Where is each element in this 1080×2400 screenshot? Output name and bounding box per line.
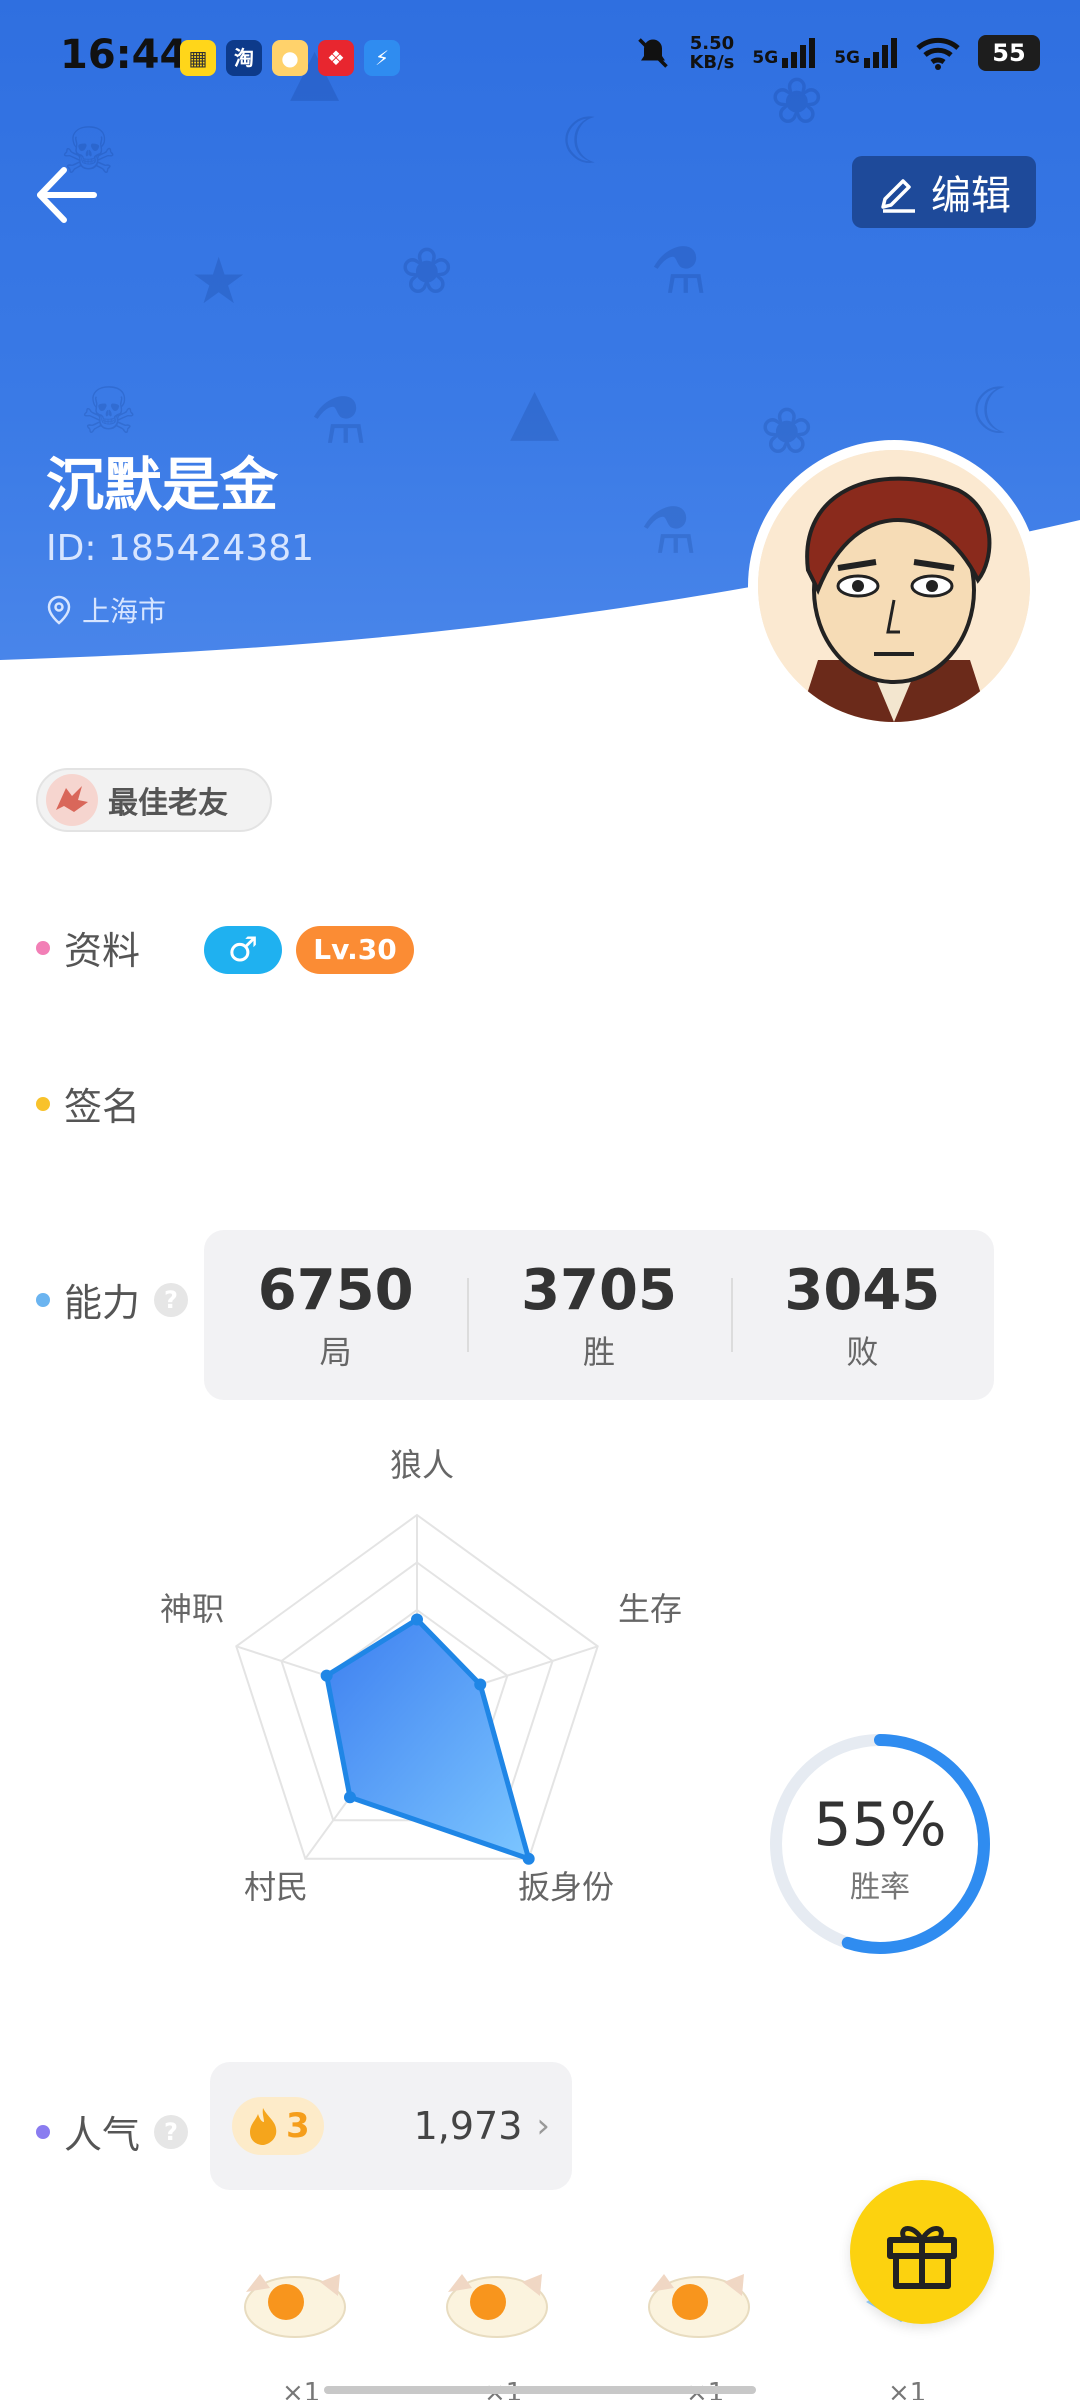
radar-label-survival: 生存	[618, 1590, 683, 1628]
radar-point	[320, 1669, 333, 1682]
radar-area	[324, 1617, 532, 1862]
status-bar: 16:44 ▦ 淘 ● ❖ ⚡ 5.50 KB/s 5G 5G 55	[0, 0, 1080, 110]
profile-label: 资料	[64, 929, 141, 973]
popularity-help-icon[interactable]: ?	[154, 2114, 189, 2149]
section-dot	[36, 1096, 50, 1111]
gift-count: ×1	[282, 2378, 321, 2400]
edit-label: 编辑	[931, 173, 1011, 219]
level-badge: Lv.30	[296, 926, 414, 974]
radar-label-villager: 村民	[244, 1868, 309, 1906]
radar-point	[343, 1791, 356, 1804]
stats-box: 6750 局 3705 胜 3045 败	[204, 1230, 994, 1400]
gift-icon	[887, 2226, 957, 2289]
user-id: ID: 185424381	[46, 528, 315, 569]
fire-count: 3	[286, 2106, 310, 2146]
battery-indicator: 55	[978, 35, 1040, 71]
stat-games: 6750 局	[204, 1230, 467, 1400]
network-type-1: 5G	[752, 48, 779, 68]
avatar[interactable]	[748, 440, 1040, 732]
section-dot	[36, 940, 50, 955]
radar-label-werewolf: 狼人	[390, 1446, 455, 1484]
location-text: 上海市	[82, 595, 167, 628]
signature-label: 签名	[64, 1085, 141, 1129]
status-time: 16:44	[60, 32, 188, 78]
signal-1: 5G	[752, 38, 816, 68]
popularity-section-label: 人气 ?	[36, 2104, 189, 2159]
signal-bars-icon	[782, 38, 816, 68]
speed-unit: KB/s	[689, 52, 735, 73]
ability-help-icon[interactable]: ?	[154, 1282, 189, 1317]
radar-svg	[235, 1513, 599, 1865]
back-arrow-icon	[37, 167, 97, 223]
status-indicators: 5.50 KB/s 5G 5G 55	[635, 34, 1040, 72]
network-speed: 5.50 KB/s	[689, 34, 734, 72]
bell-muted-icon	[638, 38, 669, 68]
egg-icon[interactable]	[644, 2252, 754, 2342]
stat-label: 败	[846, 1332, 879, 1371]
winrate-label: 胜率	[850, 1870, 910, 1905]
nickname: 沉默是金	[46, 451, 279, 519]
profile-section-label: 资料	[36, 920, 140, 975]
ability-label: 能力	[64, 1281, 141, 1325]
back-button[interactable]	[34, 160, 104, 230]
best-friend-badge[interactable]: 最佳老友	[36, 768, 272, 832]
section-dot	[36, 1292, 50, 1307]
edit-button[interactable]: 编辑	[852, 156, 1036, 228]
radar-label-god: 神职	[160, 1590, 225, 1628]
wolf-icon	[46, 774, 98, 826]
avatar-illustration	[758, 450, 1030, 722]
send-gift-button[interactable]	[850, 2180, 994, 2324]
gift-count: ×1	[888, 2378, 927, 2400]
signal-bars-icon	[864, 38, 897, 68]
ability-radar-chart: 狼人 生存 扳身份 村民 神职	[140, 1430, 700, 1930]
popularity-label: 人气	[64, 2113, 141, 2157]
egg-icon[interactable]	[442, 2252, 552, 2342]
edit-icon	[881, 179, 915, 213]
app-notification-icon: ▦	[180, 40, 216, 76]
fire-icon	[250, 2108, 277, 2145]
stat-wins: 3705 胜	[467, 1230, 730, 1400]
popularity-box[interactable]: 3 1,973 ›	[210, 2062, 572, 2190]
fire-pill: 3	[232, 2097, 324, 2155]
gender-badge: ♂	[204, 926, 282, 974]
popularity-count-value: 1,973	[413, 2104, 523, 2148]
section-dot	[36, 2124, 50, 2139]
stat-value: 6750	[257, 1257, 414, 1323]
egg-icon[interactable]	[240, 2252, 350, 2342]
app-notification-icon: 淘	[226, 40, 262, 76]
stat-label: 局	[319, 1332, 352, 1371]
speed-value: 5.50	[689, 33, 735, 54]
home-indicator	[324, 2386, 756, 2394]
popularity-count: 1,973 ›	[414, 2104, 550, 2148]
location-pin-icon	[47, 595, 71, 625]
wifi-icon	[916, 37, 960, 70]
chevron-right-icon: ›	[536, 2106, 550, 2146]
ability-section-label: 能力 ?	[36, 1272, 189, 1327]
stat-label: 胜	[582, 1332, 615, 1371]
radar-point	[411, 1613, 423, 1626]
location: 上海市	[46, 590, 166, 630]
app-notification-icon: ❖	[318, 40, 354, 76]
signal-2: 5G	[834, 38, 898, 68]
stat-losses: 3045 败	[730, 1230, 994, 1400]
app-notification-icon: ⚡	[364, 40, 400, 76]
winrate-value: 55%	[813, 1790, 947, 1860]
stat-value: 3705	[521, 1257, 677, 1323]
radar-point	[474, 1678, 487, 1691]
stat-value: 3045	[784, 1257, 941, 1323]
winrate-text: 55% 胜率	[764, 1790, 996, 1906]
signature-section-label: 签名	[36, 1076, 140, 1131]
best-friend-label: 最佳老友	[108, 786, 228, 821]
app-notification-icon: ●	[272, 40, 308, 76]
network-type-2: 5G	[834, 48, 860, 68]
radar-label-identity: 扳身份	[518, 1868, 615, 1906]
